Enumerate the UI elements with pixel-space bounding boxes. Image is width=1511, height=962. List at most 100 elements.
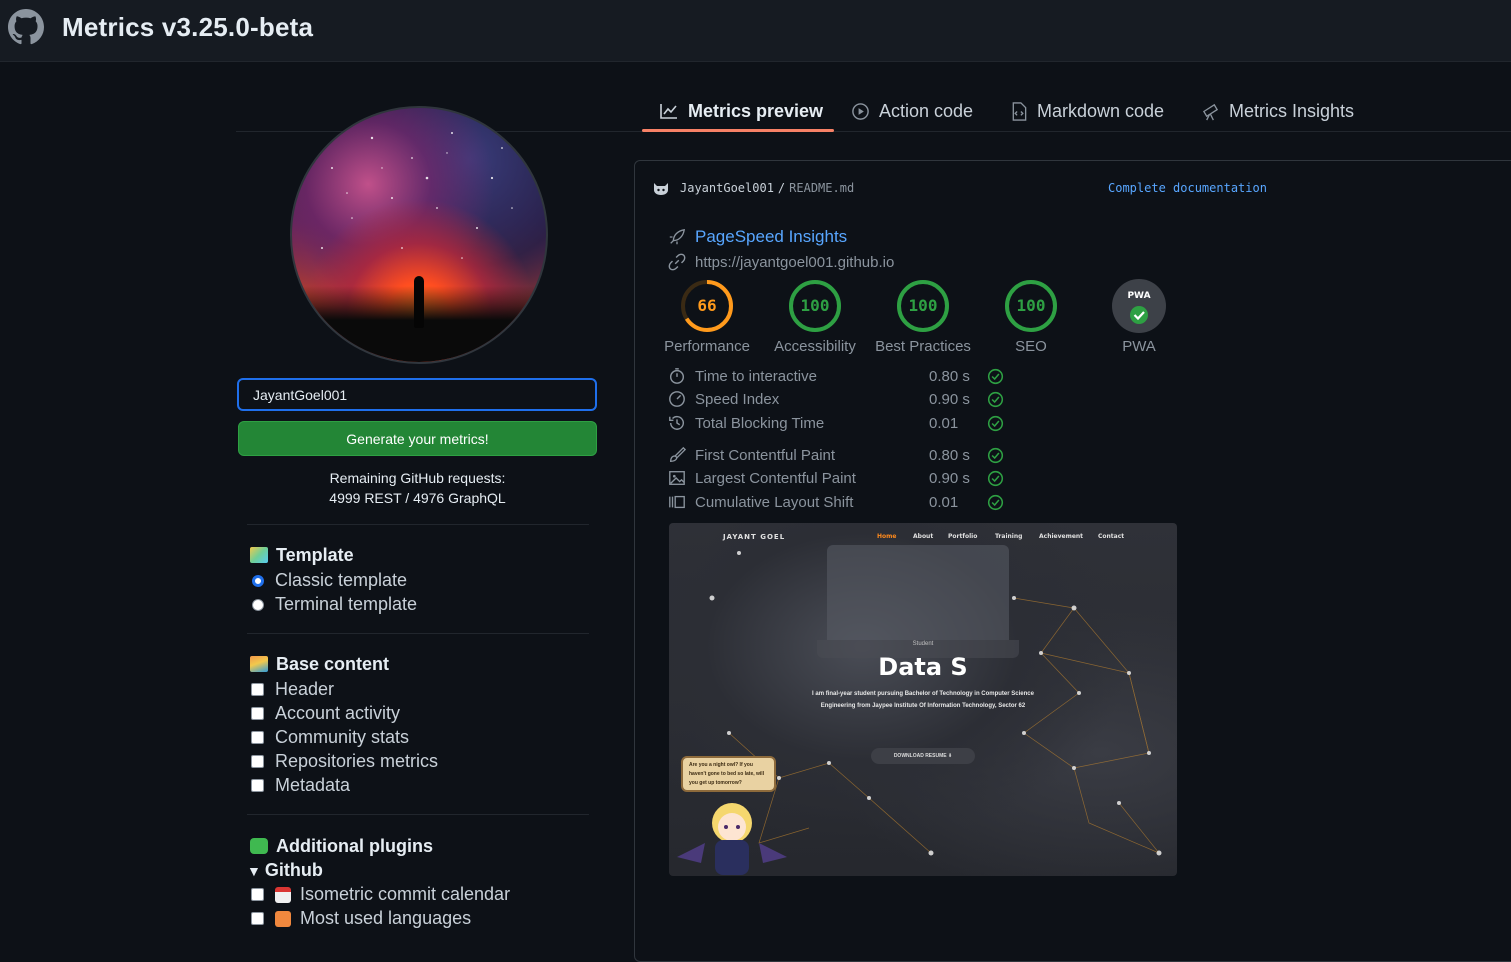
metric-row: Speed Index 0.90 s [668,389,1004,409]
pwa-badge-svg: PWA [1112,279,1166,333]
metric-value: 0.80 s [929,446,970,464]
score-value: 100 [800,296,830,315]
preview-file[interactable]: README.md [789,181,854,195]
site-nav-item: About [913,533,934,540]
checkbox[interactable] [251,755,264,768]
website-screenshot: JAYANT GOEL Home About Portfolio Trainin… [669,523,1177,876]
sidebar-divider [247,524,589,525]
site-hero: Data S [878,653,968,681]
plugins-group-github[interactable]: ▼ Github [247,860,323,881]
terminal-radio[interactable] [252,598,264,611]
framed-picture-icon [250,547,268,563]
checkbox[interactable] [251,888,264,901]
pwa-label: PWA [1122,338,1156,355]
history-icon [669,415,684,430]
file-code-icon [1012,101,1027,121]
books-icon [250,656,268,672]
metric-value: 0.01 [929,493,959,511]
octocat-icon [654,183,668,195]
pagespeed-title: PageSpeed Insights [668,227,847,247]
score-accessibility: 100 Accessibility [765,279,865,355]
score-best-practices: 100 Best Practices [873,279,973,355]
preview-header: JayantGoel001 / README.md [652,180,854,196]
graph-icon [660,104,677,119]
base-option-metadata[interactable]: Metadata [251,775,350,796]
score-value: 66 [697,296,717,315]
tab-action-code[interactable]: Action code [851,98,973,124]
score-label: Performance [664,338,750,355]
github-logo-icon[interactable] [8,9,44,45]
caret-down-icon: ▼ [247,862,261,879]
site-nav-item: Contact [1098,533,1125,540]
tab-metrics-preview[interactable]: Metrics preview [659,98,823,124]
checkbox[interactable] [251,779,264,792]
generate-button[interactable]: Generate your metrics! [238,421,597,456]
score-label: SEO [1015,338,1047,355]
site-nav-item: Home [877,533,897,540]
metric-name: Time to interactive [695,367,817,385]
site-download-button: DOWNLOAD RESUME ⬇ [871,748,975,764]
username-input[interactable] [237,378,597,411]
score-ring: 100 [788,279,842,333]
pwa-badge: PWA [1112,279,1166,333]
tab-markdown-code[interactable]: Markdown code [1010,98,1164,124]
documentation-link[interactable]: Complete documentation [1108,181,1267,195]
check-circle-icon [987,494,1004,510]
link-icon [668,253,686,271]
top-bar: Metrics v3.25.0-beta [0,0,1511,62]
metric-name: First Contentful Paint [695,446,836,464]
sidebar-divider [247,814,589,815]
pwa-badge-text: PWA [1127,291,1150,301]
mascot-illustration [677,803,787,875]
score-ring: 100 [1004,279,1058,333]
site-nav-item: Portfolio [948,533,978,540]
check-circle-icon [987,391,1004,407]
metric-row: Time to interactive 0.80 s [668,366,1004,386]
template-option-terminal[interactable]: Terminal template [252,594,417,615]
base-option-repositories[interactable]: Repositories metrics [251,751,438,772]
score-value: 100 [908,296,938,315]
app-title: Metrics v3.25.0-beta [62,12,314,42]
score-label: Best Practices [875,338,971,355]
avatar-silhouette [414,276,424,328]
rocket-icon [669,229,685,245]
metric-value: 0.80 s [929,367,970,385]
checkbox[interactable] [251,731,264,744]
template-option-classic[interactable]: Classic template [252,570,407,591]
active-tab-indicator [642,129,834,132]
score-value: 100 [1016,296,1046,315]
remaining-requests: Remaining GitHub requests: 4999 REST / 4… [238,468,597,508]
pagespeed-url: https://jayantgoel001.github.io [668,253,894,271]
site-brand: JAYANT GOEL [723,533,786,541]
checkbox[interactable] [251,683,264,696]
score-ring: 100 [896,279,950,333]
remaining-label: Remaining GitHub requests: [329,470,506,486]
metric-name: Largest Contentful Paint [695,469,856,487]
metric-value: 0.90 s [929,390,970,408]
site-kicker: Student [912,641,934,647]
base-option-community[interactable]: Community stats [251,727,409,748]
tab-metrics-insights[interactable]: Metrics Insights [1201,98,1354,124]
calendar-icon [275,886,291,903]
plugins-section-title: Additional plugins [250,836,433,857]
site-nav-item: Training [995,533,1023,540]
base-option-header[interactable]: Header [251,679,334,700]
image-icon [669,471,685,485]
paintbrush-icon [670,446,686,462]
path-separator: / [777,181,786,195]
stopwatch-icon [669,368,685,384]
metric-value: 0.01 [929,414,959,432]
classic-radio[interactable] [252,574,264,587]
preview-user[interactable]: JayantGoel001 [680,181,774,195]
score-label: Accessibility [774,338,856,355]
site-nav-item: Achievement [1039,533,1084,540]
languages-icon [275,910,291,927]
base-section-title: Base content [250,654,389,675]
score-seo: 100 SEO [981,279,1081,355]
base-option-activity[interactable]: Account activity [251,703,400,724]
checkbox[interactable] [251,707,264,720]
check-circle-icon [987,368,1004,384]
plugin-option-isocalendar[interactable]: Isometric commit calendar [251,884,510,905]
site-description: I am final-year student pursuing Bachelo… [812,691,1034,709]
checkbox[interactable] [251,912,264,925]
